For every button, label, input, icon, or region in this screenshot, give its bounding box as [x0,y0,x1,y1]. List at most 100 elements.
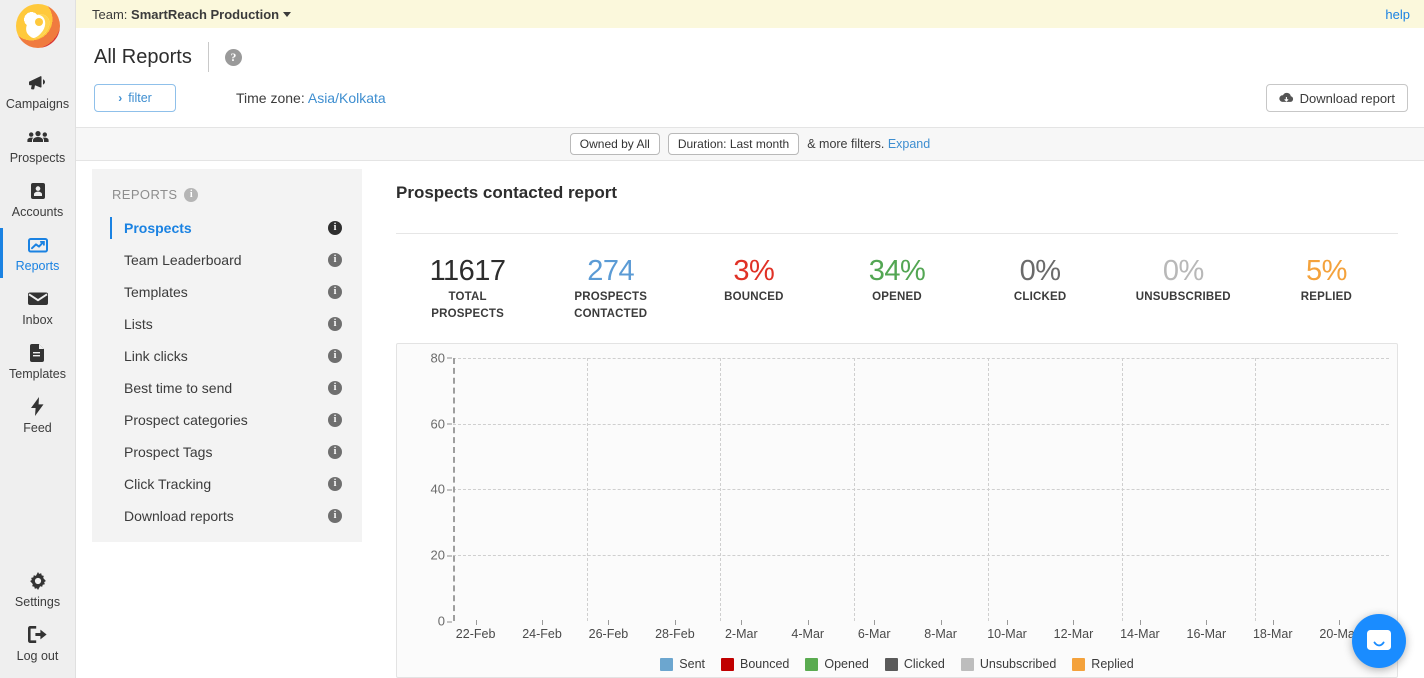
chart-x-tick-mark [675,620,676,625]
info-icon[interactable]: i [184,188,198,202]
chart-bar-cell[interactable] [858,358,891,621]
stat-card: 11617TOTALPROSPECTS [396,256,539,323]
info-icon[interactable]: i [328,477,342,491]
reports-list-item[interactable]: Prospect categoriesi [92,404,362,436]
info-icon[interactable]: i [328,349,342,363]
stat-card: 0%UNSUBSCRIBED [1112,256,1255,323]
info-icon[interactable]: i [328,221,342,235]
chart-legend-swatch [660,658,673,671]
sidebar-item-logout[interactable]: Log out [0,616,76,670]
reports-list-item-label: Click Tracking [124,476,211,492]
reports-list-item[interactable]: Best time to sendi [92,372,362,404]
chart-bar-cell[interactable] [559,358,592,621]
filter-chip-owner[interactable]: Owned by All [570,133,660,155]
sidebar-item-templates[interactable]: Templates [0,334,76,388]
chart-legend-item[interactable]: Bounced [721,657,789,671]
reports-list-item-label: Download reports [124,508,234,524]
chart-bar-cell[interactable] [891,358,924,621]
chart-bar-cell[interactable] [525,358,558,621]
timezone-value-link[interactable]: Asia/Kolkata [308,90,386,106]
chart-bar-cell[interactable] [658,358,691,621]
chart-bar-cell[interactable] [1057,358,1090,621]
info-icon[interactable]: i [328,509,342,523]
chart-legend-item[interactable]: Unsubscribed [961,657,1056,671]
info-icon[interactable]: i [328,285,342,299]
chevron-right-icon: › [118,91,122,105]
chart-bar-cell[interactable] [1123,358,1156,621]
sidebar-item-campaigns[interactable]: Campaigns [0,64,76,118]
reports-list-item[interactable]: Prospectsi [92,212,362,244]
expand-filters-link[interactable]: Expand [888,137,930,151]
chart-bar-cell[interactable] [459,358,492,621]
chart-bar-cell[interactable] [625,358,658,621]
gear-icon [29,571,47,590]
chart-bar-cell[interactable] [1356,358,1389,621]
download-report-button[interactable]: Download report [1266,84,1408,112]
chart-bars [459,358,1389,621]
chart-bar-cell[interactable] [1190,358,1223,621]
chart-bar-cell[interactable] [1157,358,1190,621]
chart-legend-swatch [961,658,974,671]
sidebar-item-settings[interactable]: Settings [0,562,76,616]
stat-value: 0% [1112,256,1255,286]
info-icon[interactable]: i [328,253,342,267]
chart-legend-label: Sent [679,657,705,671]
chart-x-tick-mark [741,620,742,625]
help-link[interactable]: help [1385,7,1410,22]
reports-list-item[interactable]: Download reports i [92,500,362,532]
stat-label: BOUNCED [682,289,825,306]
question-mark-circle-icon[interactable]: ? [225,49,242,66]
chart-legend-item[interactable]: Clicked [885,657,945,671]
sidebar-item-accounts[interactable]: Accounts [0,172,76,226]
info-icon[interactable]: i [328,317,342,331]
chart-bar-cell[interactable] [758,358,791,621]
chart-container: 020406080 22-Feb24-Feb26-Feb28-Feb2-Mar4… [396,343,1398,678]
chart-bar-cell[interactable] [924,358,957,621]
chart-bar-cell[interactable] [1289,358,1322,621]
chart-bar-cell[interactable] [824,358,857,621]
team-selector[interactable]: Team: SmartReach Production [92,7,291,22]
reports-list-item[interactable]: Team Leaderboardi [92,244,362,276]
reports-list-item[interactable]: Listsi [92,308,362,340]
primary-sidebar: Campaigns Prospects Accounts Reports Inb [0,0,76,678]
chart-bar-cell[interactable] [791,358,824,621]
chart-legend-item[interactable]: Sent [660,657,705,671]
header-divider [208,42,209,72]
chart-bar-cell[interactable] [1256,358,1289,621]
reports-list-item[interactable]: Templatesi [92,276,362,308]
chart-legend-item[interactable]: Replied [1072,657,1133,671]
chart-bar-cell[interactable] [1090,358,1123,621]
chart-legend-label: Replied [1091,657,1133,671]
filter-chip-duration[interactable]: Duration: Last month [668,133,799,155]
sidebar-item-reports[interactable]: Reports [0,226,76,280]
chat-widget-button[interactable] [1352,614,1406,668]
chart-x-tick-label: 6-Mar [858,627,891,641]
more-filters-text: & more filters. Expand [807,137,930,151]
chart-bar-cell[interactable] [1323,358,1356,621]
chart-bar-cell[interactable] [957,358,990,621]
info-icon[interactable]: i [328,445,342,459]
reports-list-item[interactable]: Prospect Tagsi [92,436,362,468]
reports-list-item[interactable]: Link clicksi [92,340,362,372]
sidebar-item-prospects[interactable]: Prospects [0,118,76,172]
chart-bar-cell[interactable] [725,358,758,621]
chart-bar-cell[interactable] [692,358,725,621]
chart-y-tick-label: 0 [438,614,445,629]
chart-bar-cell[interactable] [592,358,625,621]
chart-bar-cell[interactable] [1223,358,1256,621]
chart-bar-cell[interactable] [492,358,525,621]
chart-bar-cell[interactable] [991,358,1024,621]
chart-legend-swatch [805,658,818,671]
info-icon[interactable]: i [328,413,342,427]
more-filters-label: & more filters. [807,137,884,151]
reports-list-item[interactable]: Click Tracking i [92,468,362,500]
sidebar-item-inbox[interactable]: Inbox [0,280,76,334]
info-icon[interactable]: i [328,381,342,395]
chart-x-tick-label: 4-Mar [791,627,824,641]
chart-bar-cell[interactable] [1024,358,1057,621]
sidebar-item-feed[interactable]: Feed [0,388,76,442]
document-icon [30,343,45,362]
chart-y-tick-label: 80 [431,350,445,365]
filter-button[interactable]: › filter [94,84,176,112]
chart-legend-item[interactable]: Opened [805,657,868,671]
